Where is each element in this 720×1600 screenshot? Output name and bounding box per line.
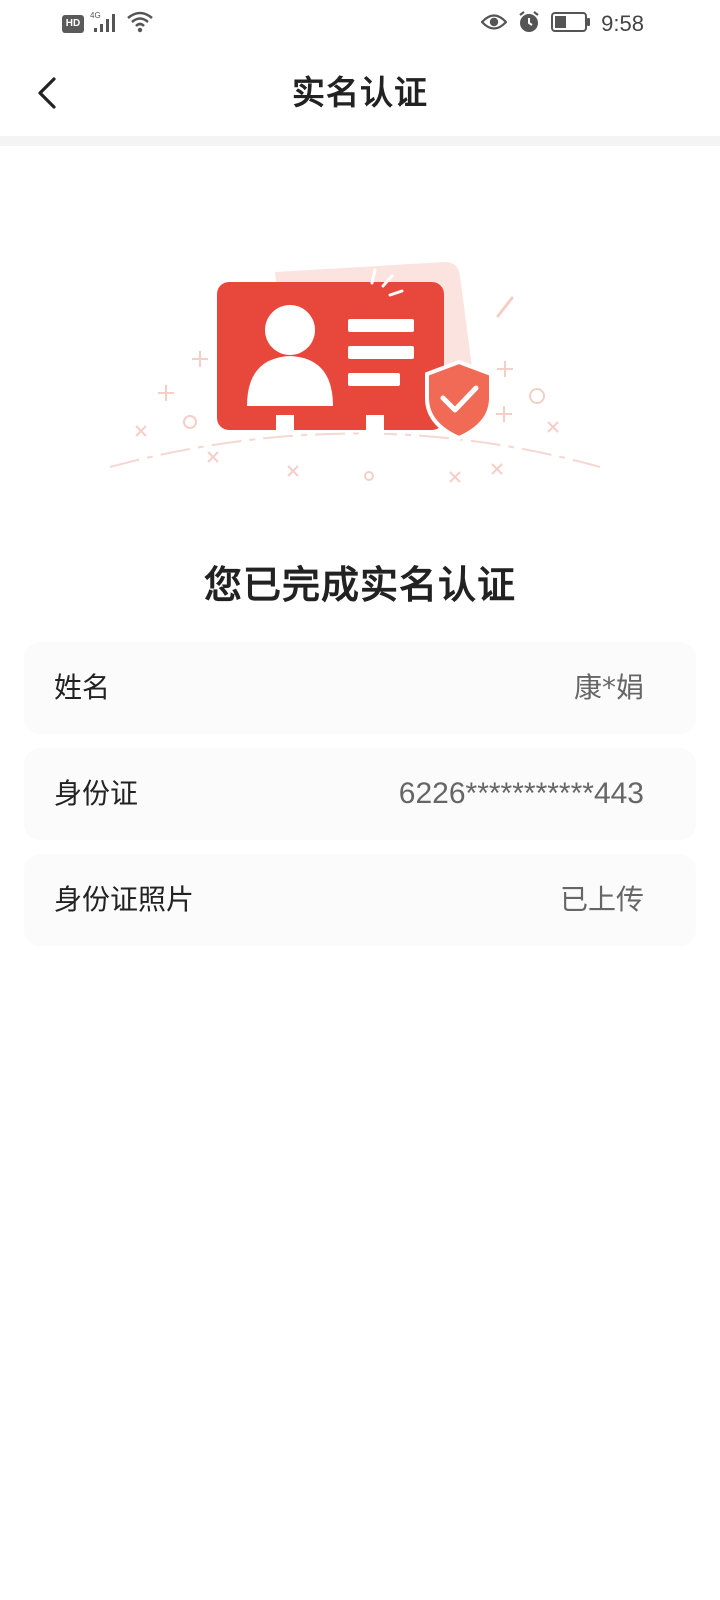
id-card-verified-illustration <box>100 250 620 500</box>
id-card-verified-icon <box>109 262 601 483</box>
eye-icon <box>480 12 508 36</box>
alarm-icon <box>517 10 541 38</box>
header-divider <box>0 136 720 146</box>
chevron-left-icon <box>38 77 56 109</box>
back-button[interactable] <box>22 68 72 118</box>
battery-icon <box>551 11 591 37</box>
nav-header: 实名认证 <box>0 50 720 136</box>
hd-icon: HD <box>62 15 84 33</box>
status-right: 9:58 <box>480 10 644 38</box>
name-value: 康*娟 <box>573 671 644 704</box>
status-bar: HD 4G 9:58 <box>0 0 720 50</box>
wifi-icon <box>126 10 154 38</box>
id-number-value: 6226***********443 <box>398 777 644 810</box>
page-title: 实名认证 <box>292 73 428 112</box>
info-list: 姓名 康*娟 身份证 6226***********443 身份证照片 已上传 <box>24 642 696 960</box>
info-row-id-number: 身份证 6226***********443 <box>24 748 696 840</box>
id-photo-label: 身份证照片 <box>54 883 195 916</box>
info-row-id-photo: 身份证照片 已上传 <box>24 854 696 946</box>
id-photo-status: 已上传 <box>559 883 644 916</box>
status-time: 9:58 <box>601 11 644 36</box>
signal-icon: 4G <box>90 10 120 38</box>
id-number-label: 身份证 <box>54 777 139 810</box>
name-label: 姓名 <box>54 671 111 704</box>
status-left: HD 4G <box>62 10 154 38</box>
info-row-name: 姓名 康*娟 <box>24 642 696 734</box>
network-type-label: 4G <box>90 11 101 20</box>
verification-complete-title: 您已完成实名认证 <box>203 563 516 607</box>
